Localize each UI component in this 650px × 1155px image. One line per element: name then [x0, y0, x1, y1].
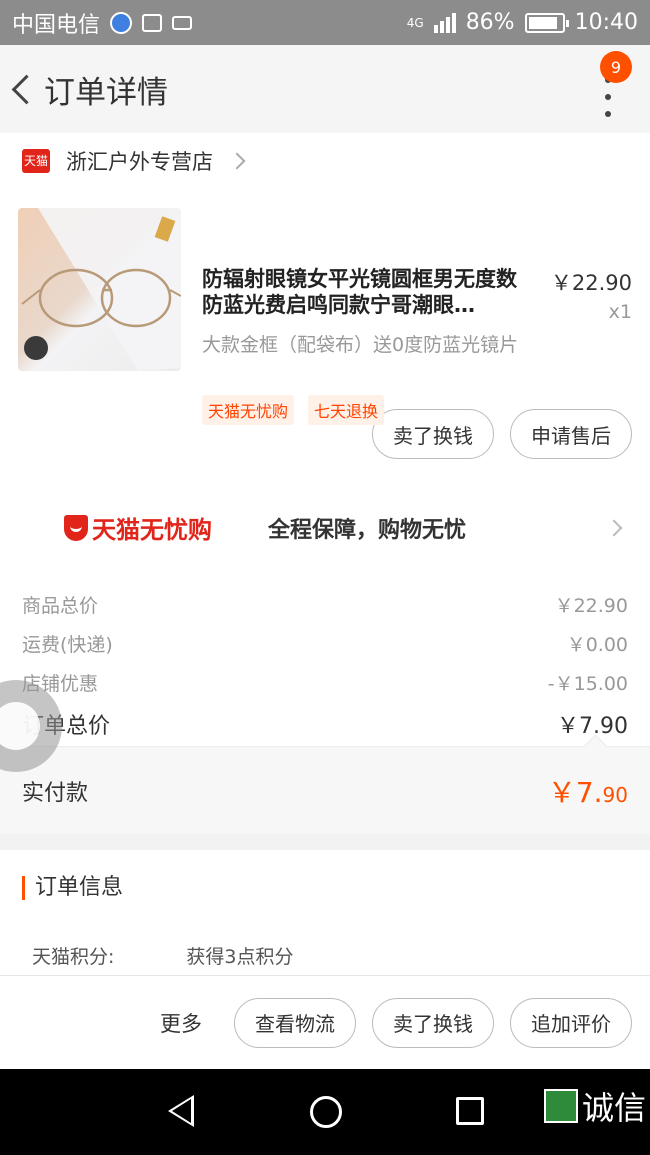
view-logistics-button[interactable]: 查看物流 [234, 997, 356, 1048]
cost-label: 商品总价 [22, 595, 99, 617]
signal-icon [433, 12, 456, 33]
watermark-text: 诚信 [581, 1089, 646, 1127]
cost-breakdown: 商品总价 ￥22.90 运费(快递) ￥0.00 店铺优惠 -￥15.00 订单… [0, 575, 650, 746]
add-review-button[interactable]: 追加评价 [510, 997, 632, 1048]
cost-row-shipping: 运费(快递) ￥0.00 [22, 624, 628, 663]
order-info-section: 订单信息 天猫积分: 获得3点积分 [0, 850, 650, 975]
status-bar: 中国电信 4G 86% 10:40 [0, 0, 650, 45]
cost-value: ￥22.90 [554, 595, 628, 617]
wifi-calling-icon [110, 11, 133, 34]
paid-value: ￥7.90 [548, 771, 628, 811]
cost-value: ￥0.00 [566, 634, 628, 656]
tag-worry-free: 天猫无忧购 [202, 395, 295, 425]
cost-row-subtotal: 商品总价 ￥22.90 [22, 585, 628, 624]
battery-percent: 86% [465, 10, 515, 35]
product-quantity: x1 [608, 301, 632, 323]
more-menu-icon[interactable] [596, 77, 620, 117]
cost-value: -￥15.00 [547, 673, 628, 695]
nav-recents-icon[interactable] [456, 1097, 484, 1125]
guarantee-brand: 天猫无忧购 [92, 516, 212, 544]
cost-label: 运费(快递) [22, 634, 113, 656]
product-image[interactable] [18, 208, 181, 371]
product-price: ￥22.90 [550, 271, 632, 295]
paid-label: 实付款 [22, 780, 89, 806]
order-total-value: ￥7.90 [557, 714, 628, 739]
network-type: 4G [406, 15, 424, 30]
product-title[interactable]: 防辐射眼镜女平光镜圆框男无度数防蓝光费启鸣同款宁哥潮眼… [202, 266, 532, 318]
after-sales-button[interactable]: 申请售后 [510, 409, 632, 459]
order-info-title: 订单信息 [22, 876, 123, 900]
clock: 10:40 [574, 10, 638, 35]
product-tags: 天猫无忧购 七天退换 [202, 395, 385, 425]
nav-back-icon[interactable] [168, 1095, 194, 1127]
worry-free-logo: 天猫无忧购 [64, 510, 212, 545]
tag-seven-day-return: 七天退换 [308, 395, 385, 425]
back-arrow-icon[interactable] [0, 45, 40, 133]
chevron-right-icon [605, 519, 623, 537]
points-value: 获得3点积分 [186, 946, 294, 968]
nav-home-icon[interactable] [310, 1096, 342, 1128]
sell-for-cash-button[interactable]: 卖了换钱 [372, 409, 494, 459]
shop-row[interactable]: 天猫 浙汇户外专营店 [0, 133, 650, 188]
order-total-row: 订单总价 ￥7.90 [22, 702, 628, 746]
shield-icon [64, 514, 88, 541]
message-badge: 9 [600, 51, 632, 83]
battery-icon [524, 12, 569, 33]
title-bar: 订单详情 9 [0, 45, 650, 133]
more-button[interactable]: 更多 [160, 1008, 202, 1038]
product-item[interactable]: 防辐射眼镜女平光镜圆框男无度数防蓝光费启鸣同款宁哥潮眼… ￥22.90 x1 大… [0, 188, 650, 425]
product-sku: 大款金框（配袋布）送0度防蓝光镜片 [202, 334, 519, 356]
guarantee-slogan: 全程保障，购物无忧 [268, 517, 467, 543]
watermark: 诚信 [543, 1083, 646, 1129]
shop-name: 浙汇户外专营店 [66, 149, 213, 174]
tmall-logo-icon: 天猫 [22, 148, 50, 173]
guarantee-banner[interactable]: 天猫无忧购 全程保障，购物无忧 [0, 480, 650, 575]
chevron-right-icon [228, 152, 246, 169]
watermark-logo-icon [543, 1089, 578, 1123]
points-row: 天猫积分: 获得3点积分 [32, 942, 294, 969]
bottom-action-bar: 更多 查看物流 卖了换钱 追加评价 [0, 975, 650, 1069]
carrier-label: 中国电信 [12, 12, 101, 38]
paid-amount-box: 实付款 ￥7.90 [0, 746, 650, 834]
keyboard-icon [172, 15, 193, 30]
sell-for-cash-button-bottom[interactable]: 卖了换钱 [372, 997, 494, 1048]
order-card: 天猫 浙汇户外专营店 防辐射眼镜女平光镜圆框男无度数防蓝光费启鸣同款宁哥潮眼… … [0, 133, 650, 834]
paid-value-main: ￥7. [547, 775, 603, 809]
image-notification-icon [142, 13, 163, 32]
paid-value-cents: 90 [602, 782, 628, 807]
page-title: 订单详情 [44, 74, 168, 111]
points-label: 天猫积分: [32, 946, 115, 968]
cost-row-discount: 店铺优惠 -￥15.00 [22, 663, 628, 702]
